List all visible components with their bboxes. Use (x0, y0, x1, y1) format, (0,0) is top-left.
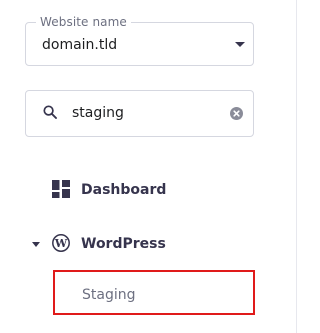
svg-text:W: W (54, 237, 68, 250)
nav-item-wordpress[interactable]: W WordPress (0, 226, 296, 262)
website-select-value: domain.tld (42, 37, 118, 53)
website-select-label: Website name (36, 14, 131, 30)
sidebar-divider (296, 0, 297, 333)
nav-subitem-staging-label: Staging (82, 287, 136, 303)
nav-label-dashboard: Dashboard (81, 182, 167, 198)
sidebar-panel: Website name domain.tld Dashboard W (0, 0, 298, 333)
expand-arrow-icon[interactable] (32, 242, 40, 247)
clear-icon[interactable] (230, 107, 243, 120)
dashboard-icon (52, 180, 70, 198)
chevron-down-icon[interactable] (235, 42, 245, 47)
search-icon (43, 105, 57, 119)
wordpress-icon: W (52, 234, 70, 252)
search-input[interactable] (72, 102, 222, 124)
nav-label-wordpress: WordPress (81, 236, 166, 252)
nav-item-dashboard[interactable]: Dashboard (0, 172, 296, 208)
nav-subitem-staging[interactable]: Staging (53, 270, 255, 315)
website-select[interactable]: Website name domain.tld (25, 14, 254, 66)
search-box[interactable] (25, 90, 254, 137)
